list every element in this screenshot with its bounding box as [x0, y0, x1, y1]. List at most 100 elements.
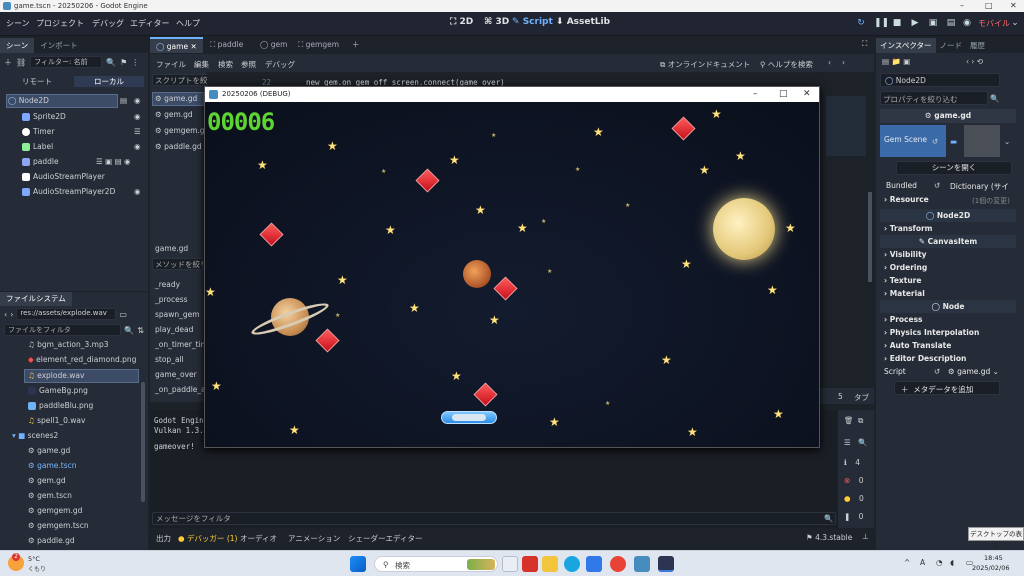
editor-tab-paddle[interactable]: ⛶ paddle	[210, 40, 243, 50]
help-search-button[interactable]: ⚲ ヘルプを検索	[760, 59, 813, 70]
attach-script-icon[interactable]: ⚑	[120, 58, 127, 67]
filesystem-tab[interactable]: ファイルシステム	[0, 292, 72, 306]
distraction-free-icon[interactable]: ⛶	[862, 39, 867, 49]
pause-icon[interactable]: ❚❚	[874, 18, 889, 28]
editor-tab-gem[interactable]: ◯ gem	[260, 40, 287, 49]
maximize-icon[interactable]: □	[985, 0, 993, 12]
renderer-dropdown-icon[interactable]: ⌄	[1010, 18, 1020, 28]
forward-icon[interactable]: ›	[971, 57, 974, 66]
scene-filter-input[interactable]: フィルター: 名前	[30, 56, 103, 68]
wifi-icon[interactable]: ◔	[936, 558, 943, 567]
clear-output-icon[interactable]: 🗑	[844, 416, 854, 425]
new-resource-icon[interactable]: ▤	[882, 57, 889, 66]
tree-node-paddle[interactable]: paddle	[22, 157, 59, 166]
tray-chevron-icon[interactable]: ^	[904, 558, 910, 567]
tab-remote[interactable]: リモート	[0, 76, 74, 87]
indent-mode[interactable]: タブ	[854, 392, 869, 403]
editor-tab-gemgem[interactable]: ⛶ gemgem	[298, 40, 339, 50]
method-item[interactable]: stop_all	[155, 355, 184, 364]
file-item[interactable]: ⚙ gem.tscn	[28, 491, 72, 500]
tab-import[interactable]: インポート	[34, 38, 84, 53]
file-explorer-icon[interactable]	[542, 556, 558, 572]
chrome-icon[interactable]	[610, 556, 626, 572]
file-item[interactable]: ⚙ paddle.gd	[28, 536, 75, 545]
run-scene-icon[interactable]: ▣	[928, 18, 938, 28]
file-item[interactable]: paddleBlu.png	[28, 401, 93, 410]
add-node-icon[interactable]: ＋	[4, 57, 12, 68]
method-item[interactable]: _ready	[155, 280, 180, 289]
visibility-icon[interactable]: ◉	[134, 112, 141, 121]
file-item[interactable]: ♫ spell1_0.wav	[28, 416, 85, 425]
visibility-icon[interactable]: ◉	[134, 142, 141, 151]
editor-tab-game[interactable]: ◯ game ✕	[150, 37, 203, 53]
forward-icon[interactable]: ›	[10, 310, 13, 319]
script-icon[interactable]: ▤	[120, 96, 127, 105]
online-docs-link[interactable]: ⧉ オンラインドキュメント	[660, 59, 750, 70]
game-viewport[interactable]: 00006 ★ ★ ★ ★ ★ ★ ★ ★ ★ ★ ★ ★ ★ ★ ★ ★ ★ …	[205, 102, 819, 447]
file-item[interactable]: ⚙ game.tscn	[28, 461, 77, 470]
script-item[interactable]: ⚙ gem.gd	[155, 110, 193, 119]
file-filter-input[interactable]: ファイルをフィルタ	[4, 324, 122, 336]
prop-material[interactable]: › Material	[884, 289, 925, 298]
menu-scene[interactable]: シーン	[6, 18, 30, 29]
prev-script-icon[interactable]: ‹	[828, 58, 831, 67]
add-tab-icon[interactable]: ＋	[352, 39, 360, 50]
movie-icon[interactable]: ▤	[946, 18, 956, 28]
bottom-tab-animation[interactable]: アニメーション	[288, 533, 340, 544]
script-item[interactable]: ⚙ game.gd	[155, 94, 197, 103]
minimize-icon[interactable]: –	[753, 87, 758, 102]
menu-project[interactable]: プロジェクト	[36, 18, 84, 29]
bottom-tab-output[interactable]: 出力	[156, 533, 171, 544]
file-item[interactable]: ♫ explode.wav	[28, 371, 84, 380]
reset-icon[interactable]: ↺	[934, 367, 940, 376]
tab-inspector[interactable]: インスペクター	[876, 37, 936, 53]
scrollbar[interactable]	[141, 382, 145, 502]
office-icon[interactable]	[522, 556, 538, 572]
run-custom-icon[interactable]: ◉	[962, 18, 972, 28]
tab-node[interactable]: ノード	[936, 38, 967, 53]
script-item[interactable]: ⚙ paddle.gd	[155, 142, 202, 151]
script-menu-search[interactable]: 検索	[218, 59, 233, 70]
remote-debug-icon[interactable]: ↻	[856, 18, 866, 28]
menu-help[interactable]: ヘルプ	[176, 18, 200, 29]
task-view-icon[interactable]	[502, 556, 518, 572]
tab-history[interactable]: 履歴	[966, 38, 989, 53]
folder-item[interactable]: ▾ ■ scenes2	[12, 431, 58, 440]
prop-visibility[interactable]: › Visibility	[884, 250, 927, 259]
tab-local[interactable]: ローカル	[74, 75, 144, 87]
copy-icon[interactable]: ⧉	[858, 416, 863, 426]
workspace-script[interactable]: ✎ Script	[512, 17, 553, 27]
prop-texture[interactable]: › Texture	[884, 276, 921, 285]
volume-icon[interactable]: ◖	[950, 558, 954, 567]
save-icon[interactable]: ▣	[903, 57, 910, 66]
node-selector[interactable]: ◯ Node2D	[880, 73, 1000, 87]
method-item[interactable]: _on_timer_tim	[155, 340, 208, 349]
signal-icon[interactable]: ☰	[134, 127, 141, 136]
file-item[interactable]: ◆ element_red_diamond.png	[28, 355, 136, 364]
bottom-tab-debugger[interactable]: ● デバッガー (1)	[178, 533, 237, 544]
tree-node-audiostreamplayer2d[interactable]: AudioStreamPlayer2D	[22, 187, 115, 196]
tree-node-label[interactable]: Label	[22, 142, 53, 151]
game-taskbar-icon[interactable]	[658, 556, 674, 572]
tree-node-timer[interactable]: Timer	[22, 127, 54, 136]
load-icon[interactable]: 📁	[891, 57, 900, 66]
close-icon[interactable]: ✕	[803, 87, 811, 102]
file-item[interactable]: ⚙ gem.gd	[28, 476, 66, 485]
dictionary-value[interactable]: Dictionary (サイ	[950, 181, 1009, 192]
layout-icon[interactable]: ▭	[119, 310, 127, 319]
back-icon[interactable]: ‹	[4, 310, 7, 319]
method-item[interactable]: spawn_gem	[155, 310, 200, 319]
clock-date[interactable]: 2025/02/06	[972, 564, 1009, 572]
layout-icon[interactable]: ⊥	[862, 532, 869, 541]
prop-process[interactable]: › Process	[884, 315, 923, 324]
open-scene-button[interactable]: シーンを開く	[896, 161, 1012, 175]
signal-icon[interactable]: ☰ ▣ ▤ ◉	[96, 157, 131, 166]
tree-node-node2d[interactable]: ◯ Node2D	[8, 96, 49, 105]
info-count[interactable]: ℹ 4	[844, 458, 860, 467]
filter-icon[interactable]: ☰	[844, 438, 851, 447]
resource-section[interactable]: › Resource	[884, 195, 929, 204]
other-count[interactable]: ❚ 0	[844, 512, 863, 521]
taskbar-search[interactable]: ⚲ 検索	[374, 556, 498, 572]
visibility-icon[interactable]: ◉	[134, 187, 141, 196]
script-menu-debug[interactable]: デバッグ	[265, 59, 295, 70]
